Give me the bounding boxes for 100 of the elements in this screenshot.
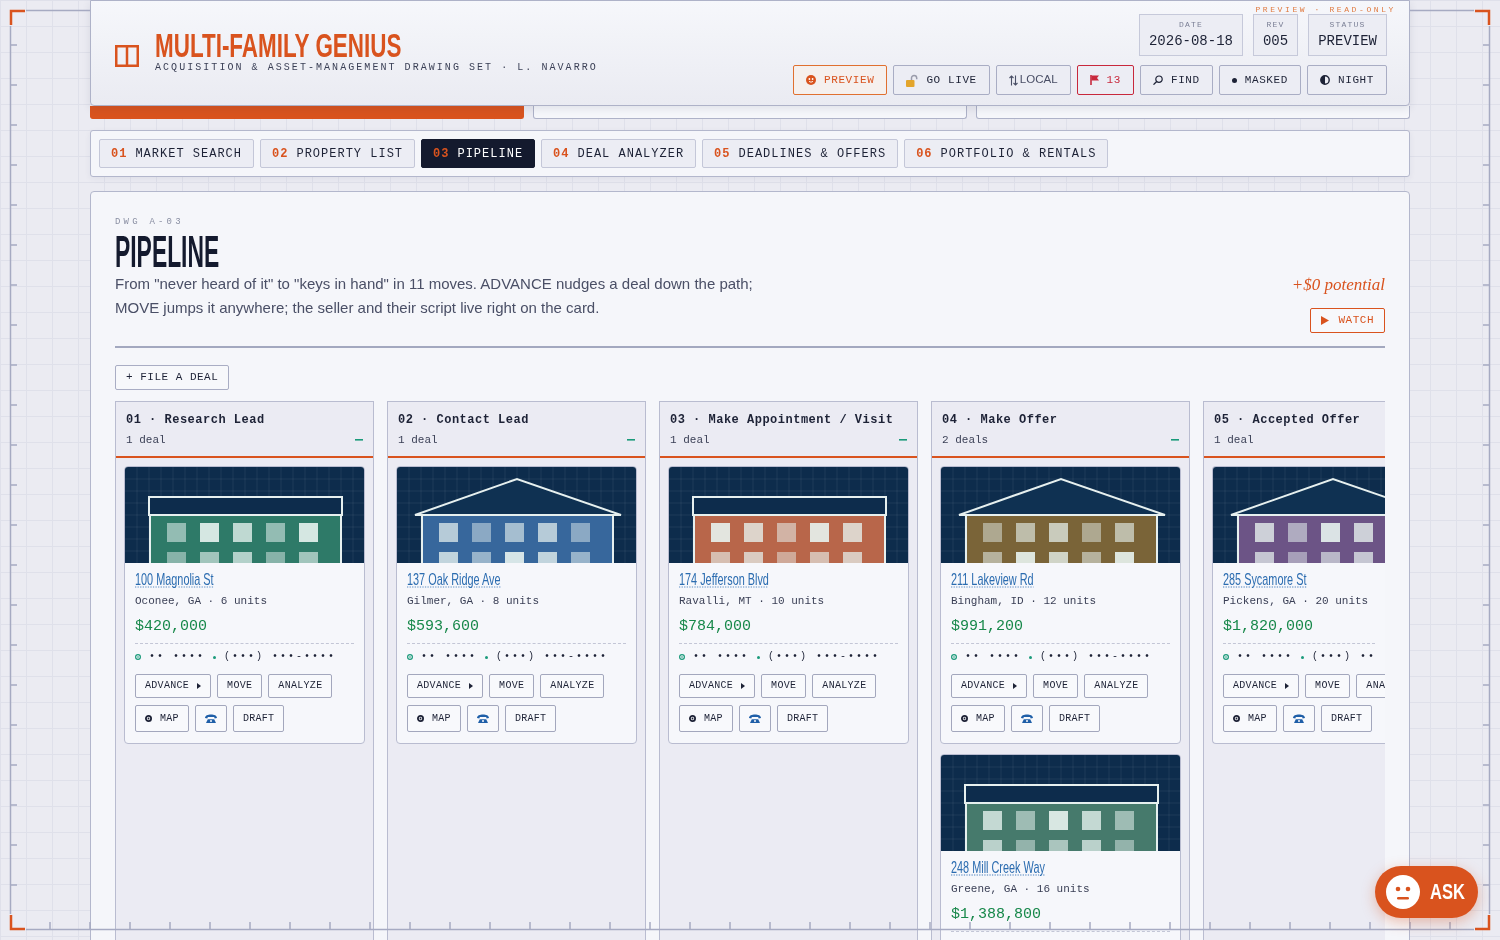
- caret-icon: [741, 683, 746, 689]
- move-button[interactable]: MOVE: [489, 674, 535, 698]
- analyze-button[interactable]: ANALYZE: [540, 674, 605, 698]
- preview-button[interactable]: PREVIEW: [793, 65, 888, 95]
- phone-button[interactable]: [466, 705, 499, 732]
- location-text: Gilmer, GA · 8 units: [407, 594, 541, 609]
- ring-icon: [407, 654, 413, 660]
- analyze-button[interactable]: ANALYZE: [1084, 674, 1149, 698]
- location-text: Ravalli, MT · 10 units: [679, 594, 826, 609]
- local-button[interactable]: LOCAL: [995, 65, 1071, 95]
- map-button[interactable]: MAP: [135, 705, 189, 732]
- file-deal-button[interactable]: + FILE A DEAL: [115, 365, 230, 390]
- nav-tab[interactable]: 06 PORTFOLIO & RENTALS: [904, 139, 1109, 168]
- analyze-button[interactable]: ANALYZE: [268, 674, 333, 698]
- address-link[interactable]: 174 Jefferson Blvd: [679, 571, 769, 589]
- flag-icon: [1089, 75, 1099, 85]
- phone-button[interactable]: [1010, 705, 1043, 732]
- price-text: $420,000: [135, 617, 208, 637]
- draft-button[interactable]: DRAFT: [776, 705, 829, 732]
- location-text: Pickens, GA · 20 units: [1223, 594, 1370, 609]
- ring-icon: [1233, 715, 1240, 722]
- address-link[interactable]: 100 Magnolia St: [135, 571, 214, 589]
- ask-button[interactable]: ASK: [1375, 866, 1478, 918]
- draft-button[interactable]: DRAFT: [1320, 705, 1373, 732]
- masked-phone: (•••) •••-••••: [224, 650, 337, 664]
- corner-mark: [1475, 915, 1491, 931]
- advance-button[interactable]: ADVANCE: [135, 674, 212, 698]
- dot-icon: [213, 655, 216, 659]
- phone-icon: [748, 714, 761, 723]
- ring-icon: [1223, 654, 1229, 660]
- watch-button[interactable]: WATCH: [1310, 308, 1385, 333]
- ring-icon: [689, 715, 696, 722]
- info-label: REV: [1266, 20, 1285, 30]
- move-button[interactable]: MOVE: [217, 674, 263, 698]
- map-button[interactable]: MAP: [951, 705, 1005, 732]
- info-label: DATE: [1178, 20, 1203, 30]
- nav-tab[interactable]: 02 PROPERTY LIST: [260, 139, 416, 168]
- move-button[interactable]: MOVE: [1305, 674, 1351, 698]
- phone-button[interactable]: [1282, 705, 1315, 732]
- move-button[interactable]: MOVE: [761, 674, 807, 698]
- caret-icon: [1285, 683, 1290, 689]
- nav-tab[interactable]: 05 DEADLINES & OFFERS: [702, 139, 899, 168]
- column-title: 04 · Make Offer: [942, 412, 1059, 428]
- advance-button[interactable]: ADVANCE: [679, 674, 756, 698]
- column-title: 01 · Research Lead: [126, 412, 266, 428]
- map-button[interactable]: MAP: [407, 705, 461, 732]
- column-title: 05 · Accepted Offer: [1214, 412, 1362, 428]
- night-button[interactable]: NIGHT: [1307, 65, 1387, 95]
- advance-button[interactable]: ADVANCE: [407, 674, 484, 698]
- phone-button[interactable]: [738, 705, 771, 732]
- ring-icon: [961, 715, 968, 722]
- map-button[interactable]: MAP: [1223, 705, 1277, 732]
- panels-icon: [115, 45, 139, 67]
- mode-label: PREVIEW · READ-ONLY: [1255, 5, 1396, 14]
- price-text: $784,000: [679, 617, 752, 637]
- find-button[interactable]: FIND: [1139, 65, 1213, 95]
- address-link[interactable]: 211 Lakeview Rd: [951, 571, 1034, 589]
- deal-count: 1 deal: [1214, 433, 1254, 448]
- advance-button[interactable]: ADVANCE: [1223, 674, 1300, 698]
- flag-button[interactable]: 13: [1076, 65, 1134, 95]
- padlock-icon: [906, 73, 919, 87]
- phone-button[interactable]: [194, 705, 227, 732]
- deal-count: 1 deal: [670, 433, 710, 448]
- app-subtitle: ACQUISITION & ASSET-MANAGEMENT DRAWING SET · L. NAVARRO: [155, 62, 598, 74]
- ring-icon: [135, 654, 141, 660]
- advance-button[interactable]: ADVANCE: [951, 674, 1028, 698]
- ring-icon: [145, 715, 152, 722]
- half-circle-icon: [1320, 75, 1330, 85]
- deal-count: 1 deal: [126, 433, 166, 448]
- analyze-button[interactable]: ANALYZE: [812, 674, 877, 698]
- corner-mark: [9, 915, 25, 931]
- dot-icon: [1029, 655, 1032, 659]
- move-button[interactable]: MOVE: [1033, 674, 1079, 698]
- draft-button[interactable]: DRAFT: [504, 705, 557, 732]
- up-down-arrows-icon: [1008, 74, 1018, 86]
- map-button[interactable]: MAP: [679, 705, 733, 732]
- dot-icon: [1301, 655, 1304, 659]
- masked-phone: (•••) ••: [1312, 650, 1377, 664]
- caret-icon: [1013, 683, 1018, 689]
- analyze-button[interactable]: ANA: [1356, 674, 1385, 698]
- phone-icon: [1020, 714, 1033, 723]
- address-link[interactable]: 285 Sycamore St: [1223, 571, 1307, 589]
- address-link[interactable]: 248 Mill Creek Way: [951, 859, 1045, 877]
- nav-tab[interactable]: 04 DEAL ANALYZER: [541, 139, 697, 168]
- ring-icon: [417, 715, 424, 722]
- face-icon: [1386, 875, 1420, 909]
- go-live-button[interactable]: GO LIVE: [893, 65, 990, 95]
- corner-mark: [1475, 9, 1491, 25]
- nav-tab[interactable]: 01 MARKET SEARCH: [99, 139, 255, 168]
- masked-button[interactable]: MASKED: [1218, 65, 1301, 95]
- potential-text: +$0 potential: [1291, 274, 1385, 296]
- dot-icon: [1231, 77, 1237, 83]
- draft-button[interactable]: DRAFT: [1048, 705, 1101, 732]
- page-description: From "never heard of it" to "keys in hand" in 11 moves. ADVANCE nudges a deal down the path; MOVE jumps it anywhere; the seller and their script live right on the card.: [115, 274, 754, 318]
- draft-button[interactable]: DRAFT: [232, 705, 285, 732]
- app-title: MULTI-FAMILY GENIUS: [155, 29, 402, 62]
- nav-tab[interactable]: 03 PIPELINE: [421, 139, 536, 168]
- address-link[interactable]: 137 Oak Ridge Ave: [407, 571, 501, 589]
- location-text: Greene, GA · 16 units: [951, 882, 1091, 897]
- masked-phone: (•••) •••-••••: [1040, 650, 1153, 664]
